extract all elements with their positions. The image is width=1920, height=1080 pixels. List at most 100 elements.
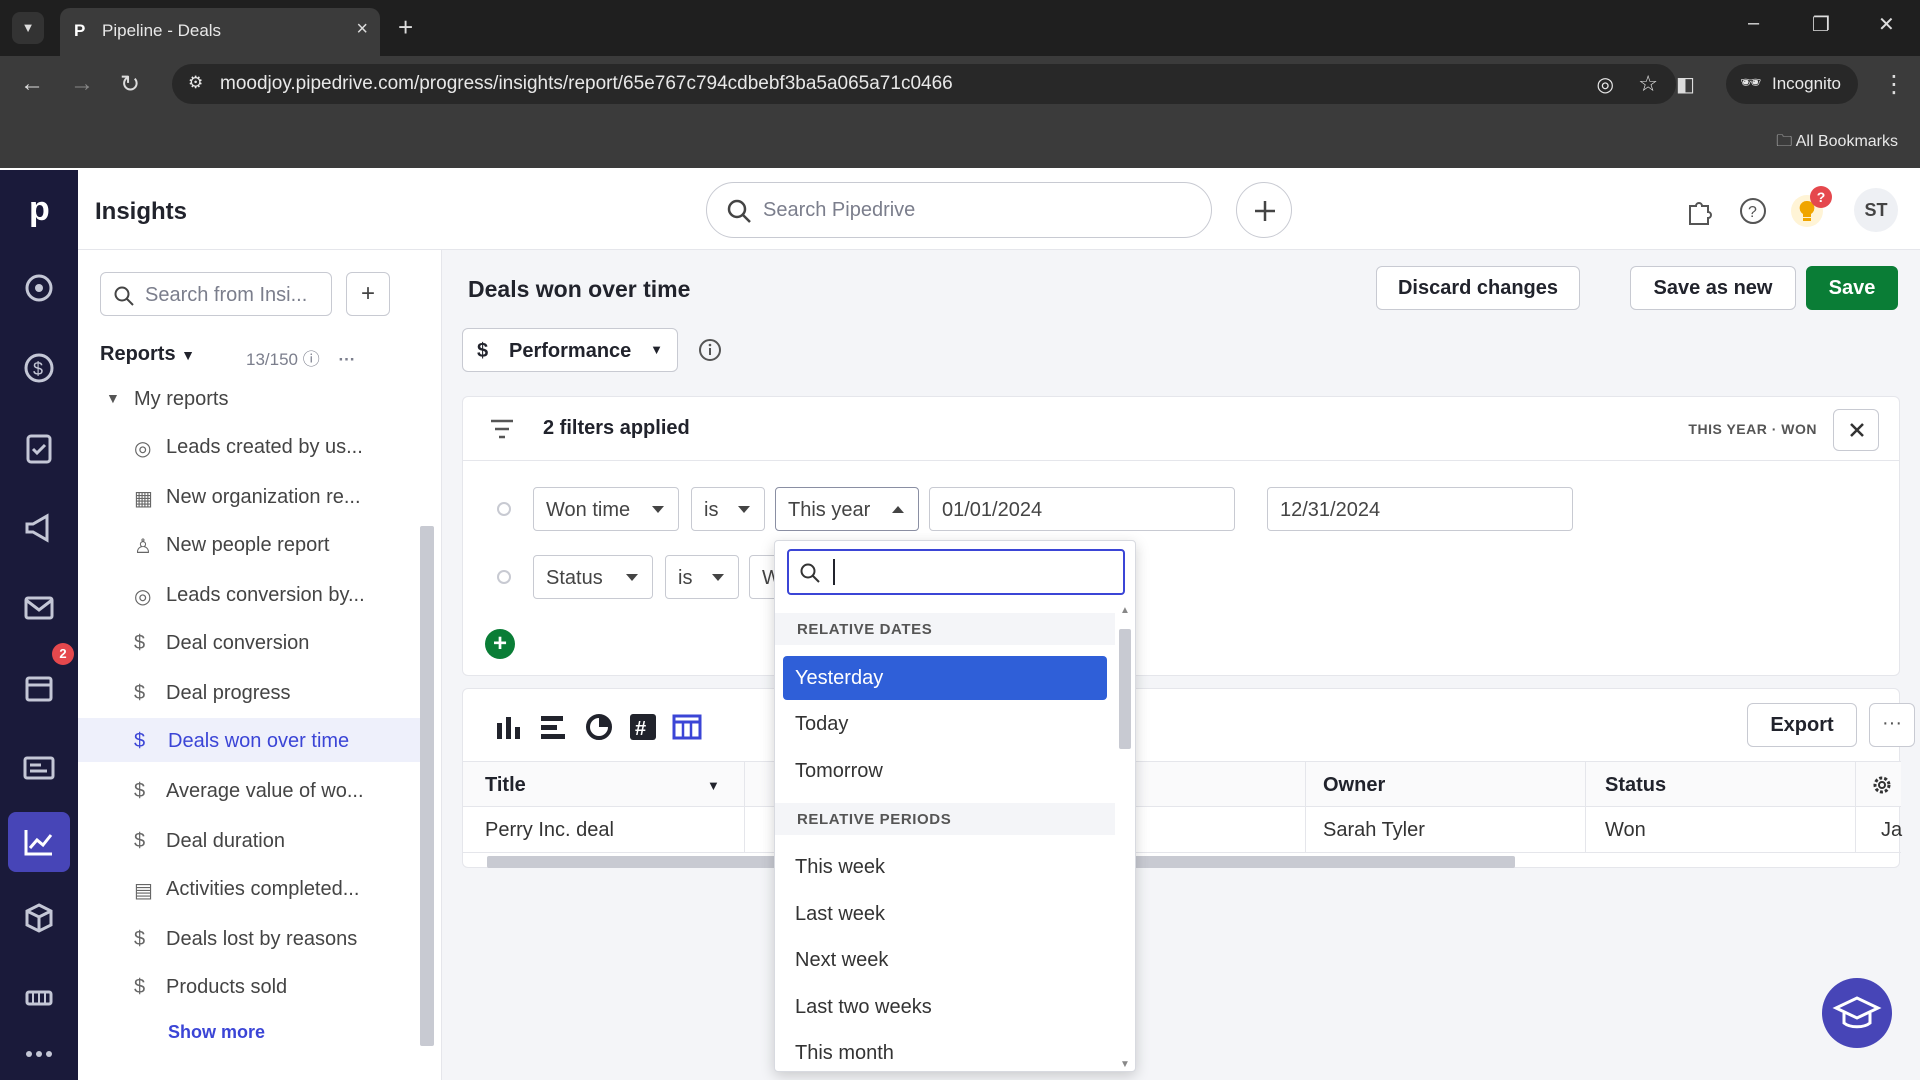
tab-close-icon[interactable]: ×: [356, 18, 368, 41]
collapse-filters-button[interactable]: [1833, 409, 1879, 451]
add-filter-button[interactable]: +: [485, 629, 515, 659]
browser-tab[interactable]: P Pipeline - Deals ×: [60, 8, 380, 56]
new-tab-button[interactable]: +: [398, 12, 413, 43]
deals-dollar-icon[interactable]: $: [19, 348, 59, 388]
filter-row-handle[interactable]: [497, 570, 511, 584]
filter-operator-select[interactable]: is: [691, 487, 765, 531]
caret-down-icon[interactable]: ▼: [707, 778, 720, 793]
reports-dropdown[interactable]: Reports ▼: [100, 343, 195, 366]
show-more-link[interactable]: Show more: [168, 1022, 265, 1043]
sidebar-search-input[interactable]: Search from Insi...: [100, 272, 332, 316]
more-dots-icon[interactable]: [19, 1034, 59, 1074]
my-reports-label[interactable]: My reports: [134, 388, 228, 411]
option-next-week[interactable]: Next week: [783, 938, 1107, 982]
sidebar-item-new-organization[interactable]: ▦ New organization re...: [134, 474, 424, 518]
add-report-button[interactable]: +: [346, 272, 390, 316]
filter-field-select[interactable]: Status: [533, 555, 653, 599]
save-as-new-button[interactable]: Save as new: [1630, 266, 1796, 310]
bookmark-star-icon[interactable]: ☆: [1638, 71, 1658, 97]
date-to-input[interactable]: 12/31/2024: [1267, 487, 1573, 531]
help-icon[interactable]: ?: [1738, 196, 1768, 226]
sidebar-item-deal-progress[interactable]: $ Deal progress: [134, 670, 424, 714]
mail-icon[interactable]: [19, 588, 59, 628]
table-row[interactable]: Perry Inc. deal Sarah Tyler Won Ja: [463, 807, 1902, 853]
sidepanel-icon[interactable]: ◧: [1676, 72, 1695, 97]
dropdown-scroll-thumb[interactable]: [1119, 629, 1131, 749]
incognito-indicator[interactable]: 🕶 Incognito: [1726, 64, 1858, 104]
performance-select[interactable]: $ Performance ▼: [462, 328, 678, 372]
back-icon[interactable]: ←: [20, 70, 44, 98]
global-search-input[interactable]: Search Pipedrive: [706, 182, 1212, 238]
dropdown-scrollbar[interactable]: ▲ ▼: [1115, 605, 1135, 1071]
contacts-card-icon[interactable]: [19, 748, 59, 788]
more-options-button[interactable]: ···: [1869, 703, 1915, 747]
option-last-two-weeks[interactable]: Last two weeks: [783, 985, 1107, 1029]
sidebar-scrollbar[interactable]: [418, 262, 434, 1062]
option-this-month[interactable]: This month: [783, 1031, 1107, 1071]
collapse-chevron-icon[interactable]: ▼: [106, 390, 120, 406]
save-button[interactable]: Save: [1806, 266, 1898, 310]
column-chart-icon[interactable]: [491, 709, 527, 745]
pipedrive-logo-icon[interactable]: p: [19, 188, 59, 228]
filter-field-select[interactable]: Won time: [533, 487, 679, 531]
academy-help-button[interactable]: [1822, 978, 1892, 1048]
discard-changes-button[interactable]: Discard changes: [1376, 266, 1580, 310]
site-info-icon[interactable]: ⚙: [188, 73, 203, 93]
filter-row-handle[interactable]: [497, 502, 511, 516]
scroll-up-icon[interactable]: ▲: [1120, 605, 1130, 616]
export-button[interactable]: Export: [1747, 703, 1857, 747]
tab-search-button[interactable]: ▼: [12, 12, 44, 44]
sidebar-item-deals-lost[interactable]: $ Deals lost by reasons: [134, 916, 424, 960]
activities-calendar-icon[interactable]: [19, 668, 59, 708]
option-this-week[interactable]: This week: [783, 845, 1107, 889]
campaigns-megaphone-icon[interactable]: [19, 508, 59, 548]
option-tomorrow[interactable]: Tomorrow: [783, 749, 1107, 793]
option-today[interactable]: Today: [783, 702, 1107, 746]
sidebar-item-activities-completed[interactable]: ▤ Activities completed...: [134, 866, 424, 910]
info-icon[interactable]: ⓘ: [303, 350, 320, 369]
table-view-icon[interactable]: [669, 709, 705, 745]
option-yesterday[interactable]: Yesterday: [783, 656, 1107, 700]
sidebar-item-deal-duration[interactable]: $ Deal duration: [134, 818, 424, 862]
filter-icon[interactable]: [489, 417, 515, 441]
leads-target-icon[interactable]: [19, 268, 59, 308]
sidebar-item-products-sold[interactable]: $ Products sold: [134, 964, 424, 1008]
eye-off-icon[interactable]: ◎: [1597, 72, 1614, 97]
minimize-icon[interactable]: –: [1748, 12, 1759, 35]
sidebar-item-leads-conversion[interactable]: ◎ Leads conversion by...: [134, 572, 424, 616]
insights-chart-icon[interactable]: [8, 812, 70, 872]
pie-chart-icon[interactable]: [581, 709, 617, 745]
sidebar-item-new-people[interactable]: ♙ New people report: [134, 522, 424, 566]
filter-period-select[interactable]: This year: [775, 487, 919, 531]
products-box-icon[interactable]: [19, 898, 59, 938]
filter-operator-select[interactable]: is: [665, 555, 739, 599]
date-from-input[interactable]: 01/01/2024: [929, 487, 1235, 531]
reports-more-icon[interactable]: ···: [338, 350, 355, 369]
tasks-clipboard-icon[interactable]: [19, 428, 59, 468]
extensions-puzzle-icon[interactable]: [1684, 196, 1714, 226]
gear-icon[interactable]: [1871, 774, 1893, 796]
table-horizontal-scrollbar[interactable]: [463, 853, 1901, 869]
close-window-icon[interactable]: ✕: [1878, 12, 1895, 37]
cell-title[interactable]: Perry Inc. deal: [485, 819, 614, 842]
column-header-owner[interactable]: Owner: [1323, 774, 1385, 797]
column-header-status[interactable]: Status: [1605, 774, 1666, 797]
reload-icon[interactable]: ↻: [120, 70, 140, 99]
option-last-week[interactable]: Last week: [783, 892, 1107, 936]
all-bookmarks[interactable]: 🗀 All Bookmarks: [1776, 130, 1898, 157]
quick-add-button[interactable]: [1236, 182, 1292, 238]
scroll-down-icon[interactable]: ▼: [1120, 1059, 1130, 1070]
info-icon[interactable]: [698, 338, 722, 362]
column-header-title[interactable]: Title: [485, 774, 526, 797]
sidebar-item-leads-created[interactable]: ◎ Leads created by us...: [134, 424, 424, 468]
browser-menu-icon[interactable]: ⋮: [1882, 70, 1906, 99]
dropdown-search-input[interactable]: [787, 549, 1125, 595]
bar-chart-icon[interactable]: [535, 709, 571, 745]
marketplace-icon[interactable]: [19, 978, 59, 1018]
avatar[interactable]: ST: [1854, 188, 1898, 232]
url-field[interactable]: ⚙ moodjoy.pipedrive.com/progress/insight…: [172, 64, 1676, 104]
sidebar-item-deals-won[interactable]: $ Deals won over time: [78, 718, 424, 762]
sidebar-item-deal-conversion[interactable]: $ Deal conversion: [134, 620, 424, 664]
forward-icon[interactable]: →: [70, 70, 94, 98]
restore-icon[interactable]: ❐: [1812, 12, 1830, 37]
